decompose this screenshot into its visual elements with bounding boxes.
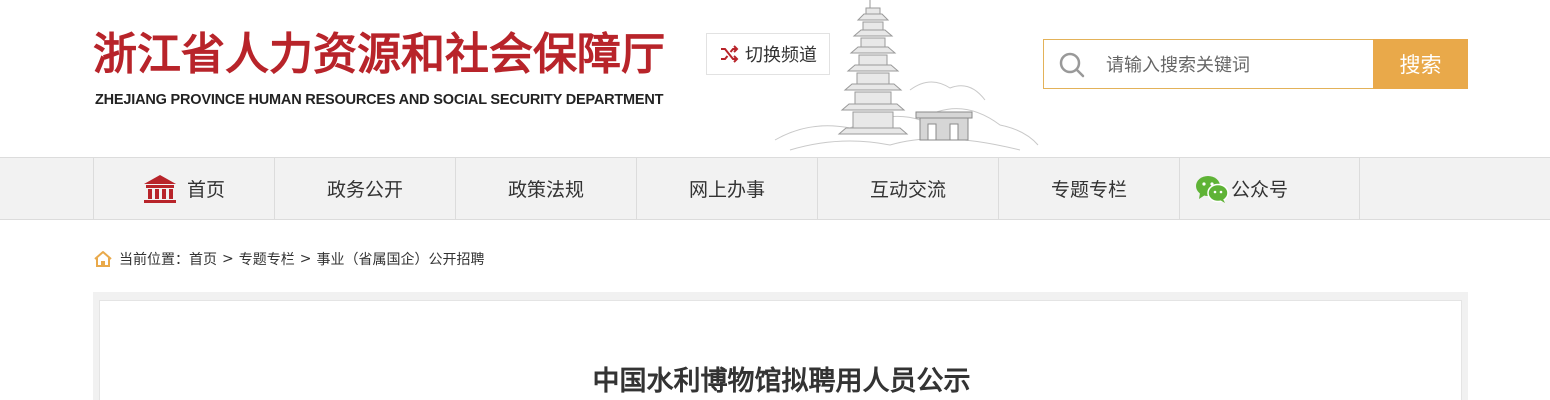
nav-item-wechat[interactable]: 公众号 (1179, 158, 1360, 219)
nav-item-interaction[interactable]: 互动交流 (817, 158, 998, 219)
nav-label-government-affairs: 政务公开 (326, 179, 403, 201)
shuffle-icon (721, 45, 739, 63)
site-header: 浙江省人力资源和社会保障厅 ZHEJIANG PROVINCE HUMAN RE… (0, 0, 1550, 158)
bank-icon (143, 174, 176, 203)
home-icon (94, 251, 112, 267)
nav-item-special-topics[interactable]: 专题专栏 (998, 158, 1179, 219)
site-logo-english: ZHEJIANG PROVINCE HUMAN RESOURCES AND SO… (95, 92, 664, 108)
nav-label-special-topics: 专题专栏 (1050, 179, 1127, 201)
breadcrumb-link-recruitment[interactable]: 事业（省属国企）公开招聘 (316, 249, 484, 269)
article-title: 中国水利博物馆拟聘用人员公示 (592, 366, 971, 397)
breadcrumb-separator: > (222, 251, 234, 267)
breadcrumb-link-special-topics[interactable]: 专题专栏 (239, 249, 295, 269)
content-area: 中国水利博物馆拟聘用人员公示 (93, 292, 1468, 400)
nav-item-online-services[interactable]: 网上办事 (636, 158, 817, 219)
search-box (1043, 39, 1374, 90)
nav-item-home[interactable]: 首页 (93, 158, 274, 219)
search-button[interactable]: 搜索 (1373, 39, 1468, 89)
nav-label-interaction: 互动交流 (869, 179, 946, 201)
search-icon (1059, 52, 1085, 78)
article-card: 中国水利博物馆拟聘用人员公示 (99, 300, 1462, 400)
site-logo-chinese[interactable]: 浙江省人力资源和社会保障厅 (93, 18, 665, 82)
breadcrumb-prefix: 当前位置： (119, 252, 189, 268)
breadcrumb-link-home[interactable]: 首页 (189, 249, 217, 269)
breadcrumb-separator: > (299, 251, 312, 267)
main-nav: 首页 政务公开 政策法规 网上办事 互动交流 专题专栏 公众号 (0, 157, 1550, 220)
wechat-icon (1196, 175, 1229, 203)
search-input[interactable] (1104, 40, 1368, 90)
nav-label-wechat: 公众号 (1231, 179, 1289, 201)
nav-item-government-affairs[interactable]: 政务公开 (274, 158, 455, 219)
nav-label-policies: 政策法规 (507, 179, 584, 201)
nav-label-online-services: 网上办事 (688, 179, 765, 201)
breadcrumb: 当前位置： 首页 > 专题专栏 > 事业（省属国企）公开招聘 (93, 248, 484, 270)
nav-item-policies[interactable]: 政策法规 (455, 158, 636, 219)
pagoda-illustration (774, 0, 1039, 151)
nav-label-home: 首页 (186, 179, 225, 201)
